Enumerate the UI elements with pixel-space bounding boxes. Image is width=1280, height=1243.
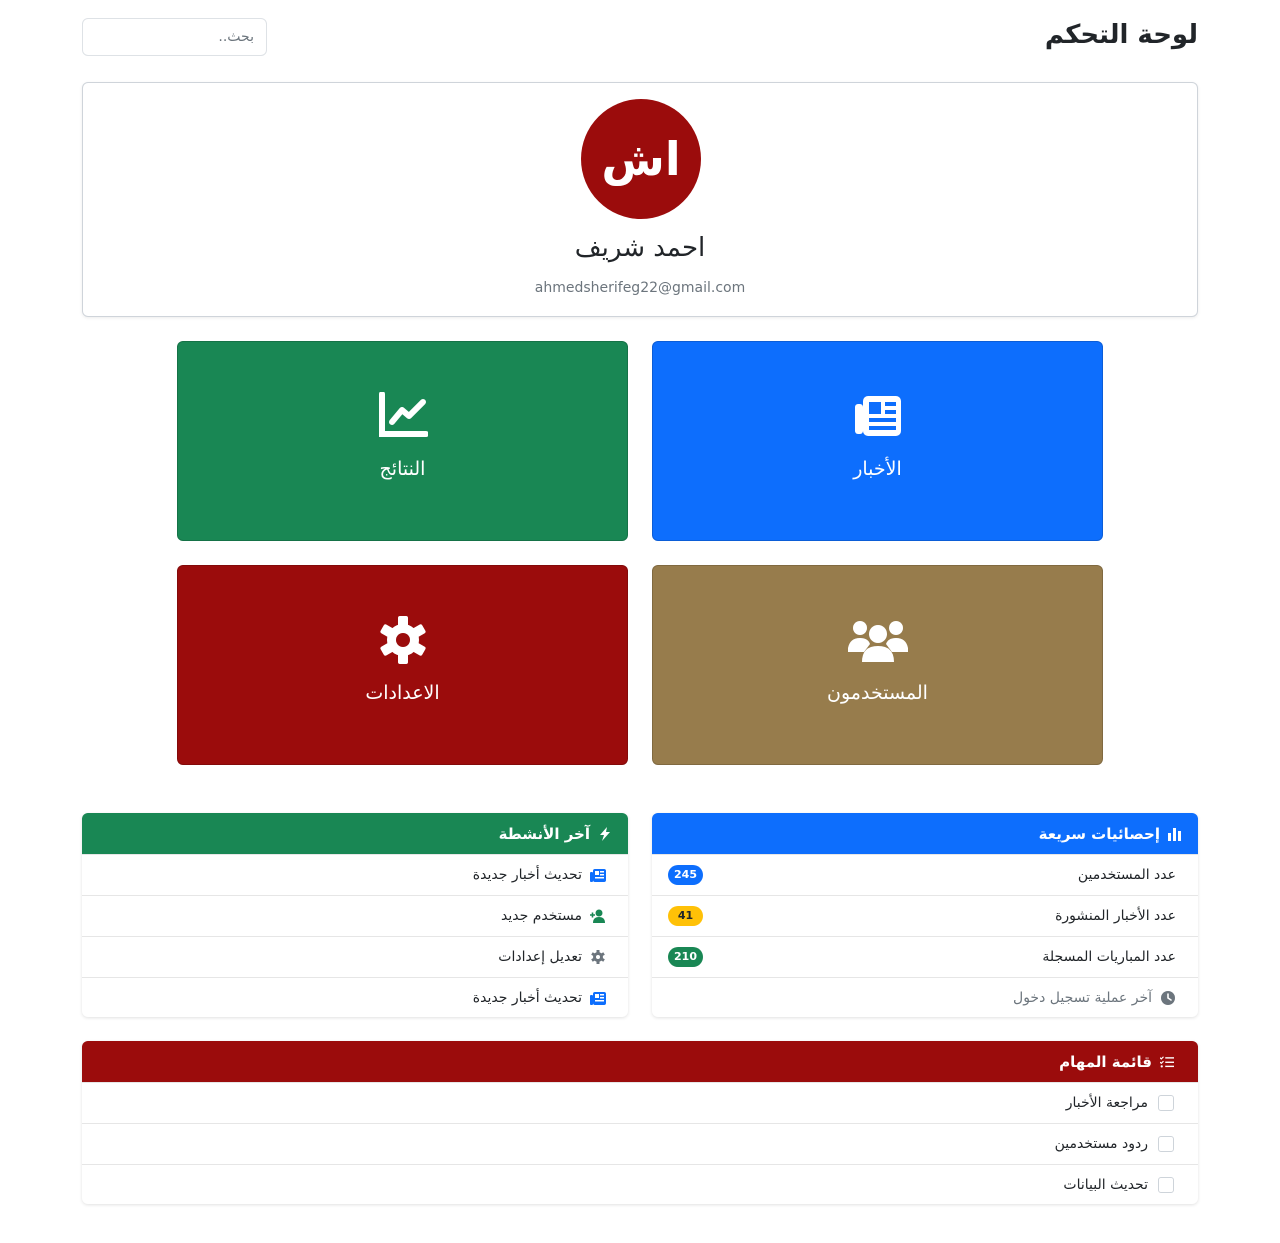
list-item: تحديث أخبار جديدة	[82, 854, 628, 895]
search-input[interactable]	[82, 18, 267, 56]
page-title: لوحة التحكم	[1044, 20, 1198, 50]
tile-news[interactable]: الأخبار	[652, 341, 1103, 541]
list-item: آخر عملية تسجيل دخول	[652, 977, 1198, 1017]
activity-item-label: تعديل إعدادات	[498, 949, 606, 965]
activity-panel: آخر الأنشطة تحديث أخبار جديدة مستخدم جدي…	[82, 813, 628, 1017]
tile-settings[interactable]: الاعدادات	[177, 565, 628, 765]
tile-users[interactable]: المستخدمون	[652, 565, 1103, 765]
activity-text: تحديث أخبار جديدة	[472, 990, 582, 1006]
gear-icon	[591, 950, 605, 964]
task-checkbox[interactable]	[1158, 1136, 1174, 1152]
tile-results-label: النتائج	[379, 458, 426, 480]
activity-item-label: مستخدم جديد	[501, 908, 606, 924]
list-item: ردود مستخدمين	[82, 1123, 1198, 1164]
list-check-icon	[1160, 1055, 1174, 1068]
activity-text: مستخدم جديد	[501, 908, 582, 924]
tile-settings-label: الاعدادات	[365, 682, 440, 704]
profile-card: اش احمد شريف ahmedsherifeg22@gmail.com	[82, 82, 1198, 317]
stats-panel-title: إحصائيات سريعة	[1038, 824, 1160, 843]
list-item: مراجعة الأخبار	[82, 1082, 1198, 1123]
profile-name: احمد شريف	[574, 233, 706, 263]
user-plus-icon	[590, 909, 605, 923]
chart-line-icon	[379, 392, 428, 437]
stats-panel-header: إحصائيات سريعة	[652, 813, 1198, 854]
activity-text: تعديل إعدادات	[498, 949, 582, 965]
list-item: تعديل إعدادات	[82, 936, 628, 977]
clock-icon	[1161, 991, 1175, 1005]
gear-icon	[380, 616, 426, 664]
newspaper-icon	[590, 992, 606, 1005]
profile-email: ahmedsherifeg22@gmail.com	[534, 280, 746, 296]
task-label: تحديث البيانات	[1063, 1177, 1148, 1193]
list-item: عدد المستخدمين 245	[652, 854, 1198, 895]
task-checkbox[interactable]	[1158, 1177, 1174, 1193]
tile-news-label: الأخبار	[853, 458, 902, 480]
avatar: اش	[581, 99, 701, 219]
status-badge: 210	[668, 947, 703, 967]
newspaper-icon	[590, 869, 606, 882]
list-item: عدد المباريات المسجلة 210	[652, 936, 1198, 977]
tasks-panel-header: قائمة المهام	[82, 1041, 1198, 1082]
last-login-text: آخر عملية تسجيل دخول	[1013, 990, 1152, 1006]
tasks-panel: قائمة المهام مراجعة الأخبار ردود مستخدمي…	[82, 1041, 1198, 1204]
tile-users-label: المستخدمون	[827, 682, 928, 704]
stat-label: عدد الأخبار المنشورة	[1055, 908, 1176, 924]
tile-results[interactable]: النتائج	[177, 341, 628, 541]
list-item: مستخدم جديد	[82, 895, 628, 936]
activity-panel-header: آخر الأنشطة	[82, 813, 628, 854]
task-label: ردود مستخدمين	[1054, 1136, 1148, 1152]
task-label: مراجعة الأخبار	[1065, 1095, 1148, 1111]
stat-label: عدد المباريات المسجلة	[1042, 949, 1176, 965]
status-badge: 245	[668, 865, 703, 885]
list-item: تحديث أخبار جديدة	[82, 977, 628, 1017]
activity-panel-title: آخر الأنشطة	[498, 824, 590, 843]
newspaper-icon	[855, 396, 901, 436]
activity-item-label: تحديث أخبار جديدة	[473, 867, 606, 883]
page-header: لوحة التحكم	[82, 18, 1198, 56]
last-login-label: آخر عملية تسجيل دخول	[1013, 990, 1176, 1006]
list-item: تحديث البيانات	[82, 1164, 1198, 1204]
status-badge: 41	[668, 906, 703, 926]
bar-chart-icon	[1168, 827, 1181, 841]
bolt-icon	[600, 826, 610, 841]
stat-label: عدد المستخدمين	[1077, 867, 1176, 883]
users-icon	[848, 621, 908, 662]
activity-item-label: تحديث أخبار جديدة	[473, 990, 606, 1006]
task-checkbox[interactable]	[1158, 1095, 1174, 1111]
tasks-panel-title: قائمة المهام	[1059, 1052, 1152, 1071]
activity-text: تحديث أخبار جديدة	[472, 867, 582, 883]
stats-panel: إحصائيات سريعة عدد المستخدمين 245 عدد ال…	[652, 813, 1198, 1017]
list-item: عدد الأخبار المنشورة 41	[652, 895, 1198, 936]
